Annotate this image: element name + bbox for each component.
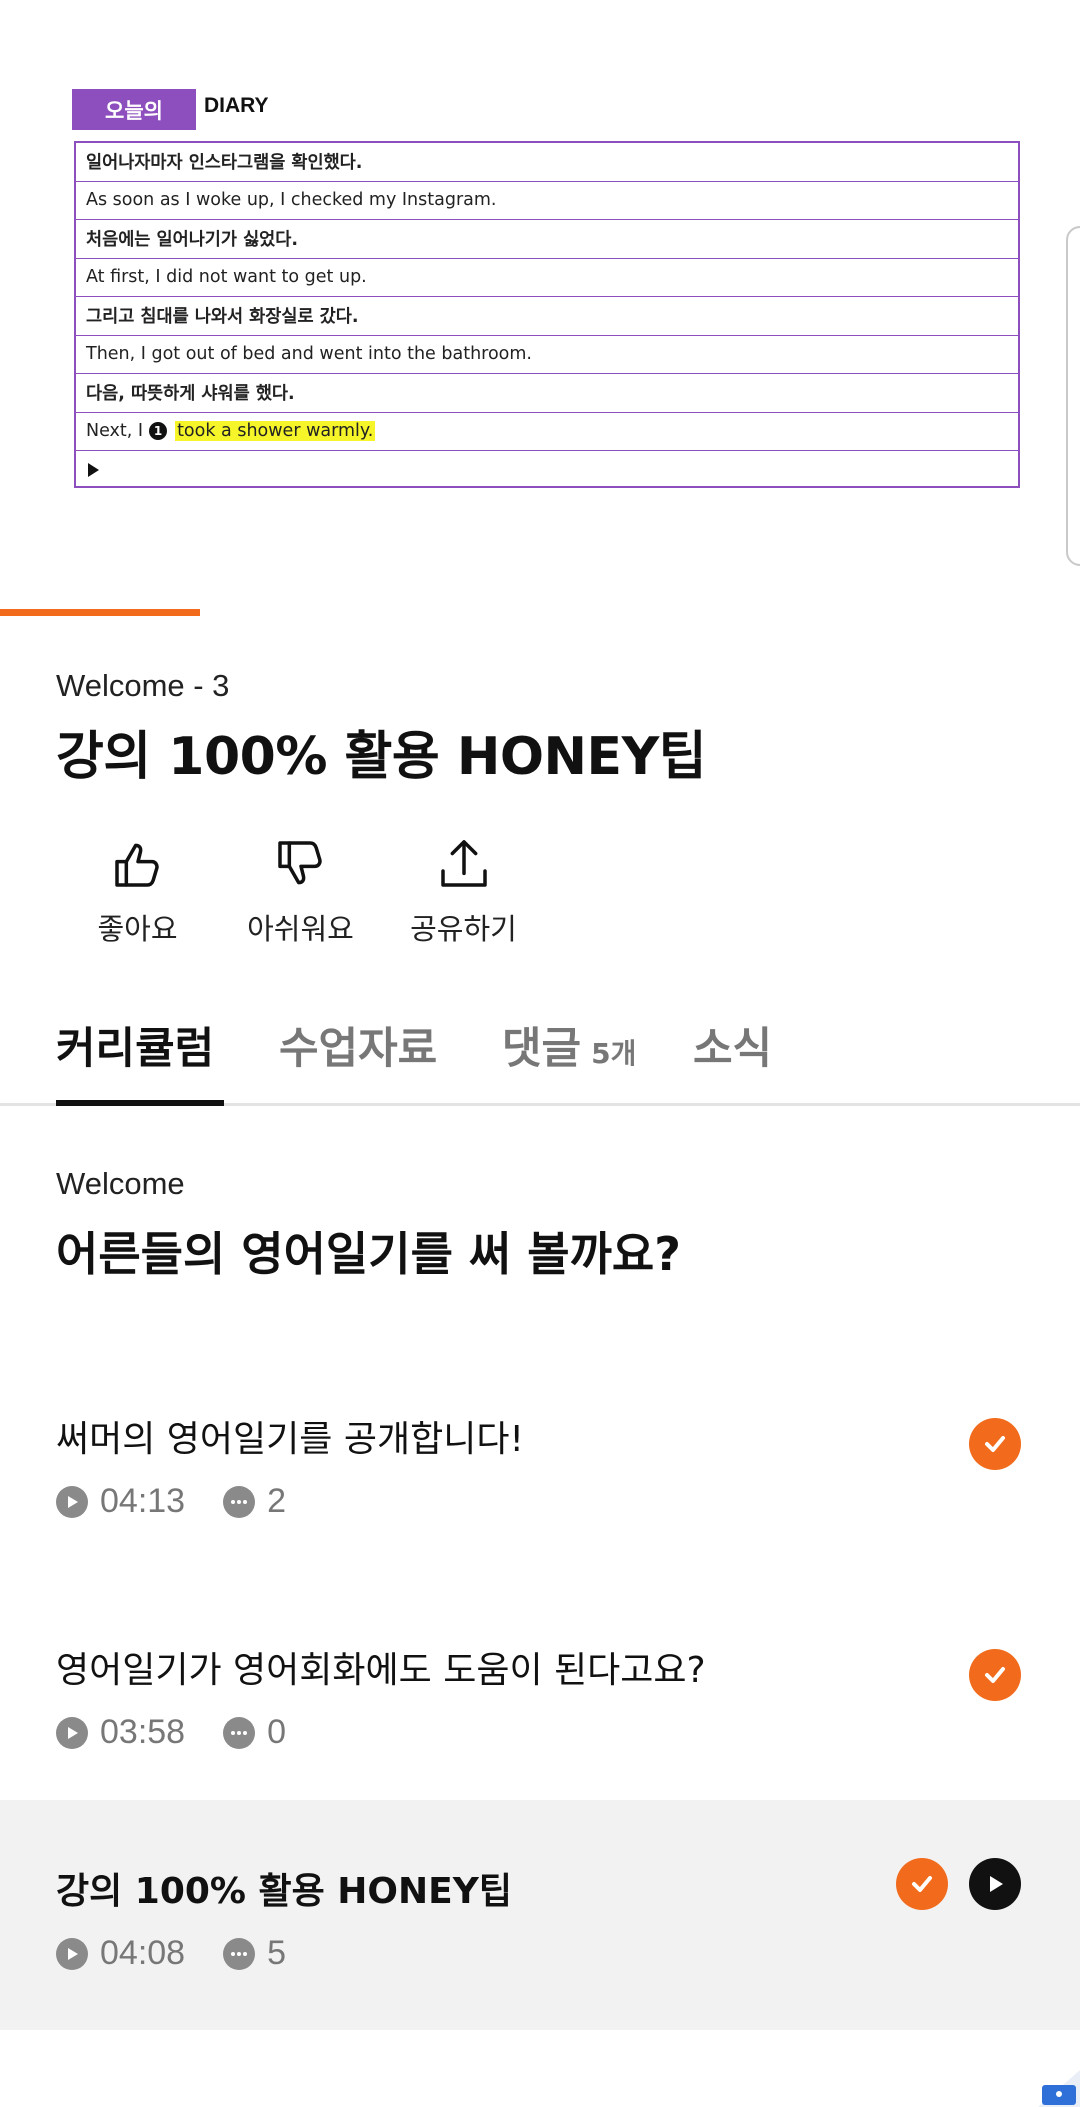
tab-news[interactable]: 소식 bbox=[693, 1014, 772, 1076]
lesson-duration: 04:13 bbox=[100, 1482, 186, 1520]
section-subtitle: Welcome bbox=[56, 1166, 185, 1201]
video-progress-fill bbox=[0, 609, 200, 616]
lesson-meta: 04:13 2 bbox=[56, 1482, 286, 1521]
diary-title: DIARY bbox=[204, 94, 269, 117]
diary-row: 그리고 침대를 나와서 화장실로 갔다. bbox=[76, 297, 1018, 336]
play-circle-icon bbox=[56, 1716, 88, 1749]
active-tab-indicator bbox=[56, 1100, 224, 1106]
comment-bubble-icon bbox=[223, 1716, 256, 1749]
thumbs-down-icon bbox=[277, 841, 322, 885]
completed-check-icon bbox=[969, 1418, 1021, 1470]
diary-row: 일어나자마자 인스타그램을 확인했다. bbox=[76, 143, 1018, 182]
lock-icon bbox=[1038, 2070, 1080, 2107]
like-button[interactable]: 좋아요 bbox=[56, 836, 219, 948]
share-icon bbox=[440, 840, 487, 887]
play-button[interactable] bbox=[969, 1858, 1021, 1910]
tab-comments[interactable]: 댓글 5개 bbox=[502, 1014, 636, 1076]
diary-row: As soon as I woke up, I checked my Insta… bbox=[76, 182, 1018, 220]
lesson-subtitle: Welcome - 3 bbox=[56, 668, 230, 703]
completed-check-icon bbox=[896, 1858, 948, 1910]
diary-badge: 오늘의 bbox=[72, 89, 196, 130]
lesson-duration: 03:58 bbox=[100, 1713, 186, 1751]
action-bar: 좋아요 아쉬워요 공유하기 bbox=[56, 836, 545, 948]
tab-bar: 커리큘럼 수업자료 댓글 5개 소식 bbox=[0, 1010, 1080, 1106]
lesson-title: 강의 100% 활용 HONEY팁 bbox=[56, 1871, 512, 1912]
lesson-item[interactable]: 써머의 영어일기를 공개합니다! 04:13 2 bbox=[0, 1372, 1080, 1602]
number-badge: 1 bbox=[149, 422, 168, 441]
tab-comments-label: 댓글 bbox=[502, 1024, 582, 1074]
lesson-comment-count: 2 bbox=[267, 1482, 287, 1520]
play-circle-icon bbox=[56, 1937, 88, 1970]
dislike-label: 아쉬워요 bbox=[247, 912, 354, 946]
video-progress-bar[interactable] bbox=[0, 609, 1080, 616]
diary-row-prefix: Next, I bbox=[86, 421, 144, 442]
lesson-comment-count: 5 bbox=[267, 1934, 287, 1972]
video-player[interactable]: 오늘의 DIARY 일어나자마자 인스타그램을 확인했다. As soon as… bbox=[0, 0, 1080, 612]
diary-row-highlighted: Next, I 1 took a shower warmly. bbox=[76, 413, 1018, 451]
lesson-title: 써머의 영어일기를 공개합니다! bbox=[56, 1419, 524, 1460]
lesson-item[interactable]: 영어일기가 영어회화에도 도움이 된다고요? 03:58 0 bbox=[0, 1603, 1080, 1833]
comment-bubble-icon bbox=[223, 1937, 256, 1970]
section-title: 어른들의 영어일기를 써 볼까요? bbox=[56, 1227, 681, 1281]
like-label: 좋아요 bbox=[97, 912, 178, 946]
diary-row: Then, I got out of bed and went into the… bbox=[76, 336, 1018, 374]
lesson-meta: 03:58 0 bbox=[56, 1713, 286, 1752]
comment-count: 5개 bbox=[591, 1037, 637, 1070]
triangle-bullet-icon bbox=[88, 463, 99, 478]
diary-row: 다음, 따뜻하게 샤워를 했다. bbox=[76, 374, 1018, 413]
lesson-duration: 04:08 bbox=[100, 1934, 186, 1972]
page-title: 강의 100% 활용 HONEY팁 bbox=[56, 727, 707, 787]
tab-materials[interactable]: 수업자료 bbox=[279, 1014, 437, 1076]
lesson-comment-count: 0 bbox=[267, 1713, 287, 1751]
share-button[interactable]: 공유하기 bbox=[382, 836, 545, 948]
side-panel-handle[interactable] bbox=[1066, 226, 1080, 566]
thumbs-up-icon bbox=[114, 843, 159, 887]
play-icon bbox=[990, 1876, 1003, 1892]
completed-check-icon bbox=[969, 1649, 1021, 1701]
diary-table: 일어나자마자 인스타그램을 확인했다. As soon as I woke up… bbox=[74, 141, 1020, 488]
diary-row: 처음에는 일어나기가 싫었다. bbox=[76, 220, 1018, 259]
diary-row-blank bbox=[76, 451, 1018, 490]
comment-bubble-icon bbox=[223, 1485, 256, 1518]
lesson-title: 영어일기가 영어회화에도 도움이 된다고요? bbox=[56, 1650, 706, 1691]
lesson-meta: 04:08 5 bbox=[56, 1934, 286, 1973]
play-circle-icon bbox=[56, 1485, 88, 1518]
highlighted-text: took a shower warmly. bbox=[175, 421, 376, 442]
lesson-item-current[interactable]: 강의 100% 활용 HONEY팁 04:08 5 bbox=[0, 1800, 1080, 2030]
diary-row: At first, I did not want to get up. bbox=[76, 259, 1018, 297]
dislike-button[interactable]: 아쉬워요 bbox=[219, 836, 382, 948]
share-label: 공유하기 bbox=[410, 912, 517, 946]
tab-curriculum[interactable]: 커리큘럼 bbox=[56, 1014, 214, 1076]
